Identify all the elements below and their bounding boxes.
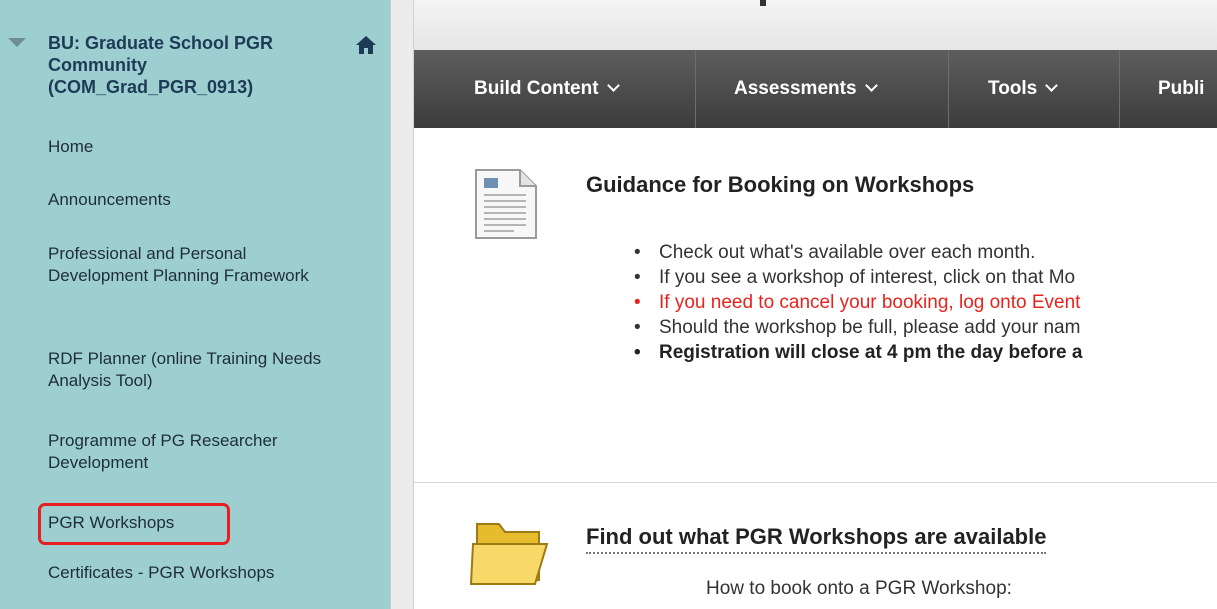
item-description: How to book onto a PGR Workshop: [706, 578, 1012, 599]
list-item: Check out what's available over each mon… [634, 240, 1217, 265]
sidebar-item-certificates[interactable]: Certificates - PGR Workshops [48, 562, 274, 584]
sidebar-item-pg-researcher-programme[interactable]: Programme of PG Researcher Development [48, 430, 328, 474]
list-item: Should the workshop be full, please add … [634, 315, 1217, 340]
list-item: Registration will close at 4 pm the day … [634, 340, 1217, 365]
item-title-guidance[interactable]: Guidance for Booking on Workshops [586, 172, 974, 198]
course-title[interactable]: BU: Graduate School PGR Community (COM_G… [48, 32, 348, 98]
build-content-label: Build Content [474, 78, 599, 99]
item-title-find-workshops[interactable]: Find out what PGR Workshops are availabl… [586, 524, 1047, 554]
assessments-button[interactable]: Assessments [696, 50, 949, 128]
chevron-down-icon [1045, 79, 1059, 92]
publish-button[interactable]: Publi [1120, 50, 1217, 128]
build-content-button[interactable]: Build Content [414, 50, 696, 128]
header-fragment [760, 0, 766, 6]
home-icon[interactable] [355, 35, 377, 55]
course-header: BU: Graduate School PGR Community (COM_G… [0, 0, 390, 120]
content-area: Guidance for Booking on Workshops Check … [414, 128, 1217, 609]
list-item: If you need to cancel your booking, log … [634, 290, 1217, 315]
collapse-triangle-icon[interactable] [8, 38, 26, 47]
chevron-down-icon [606, 79, 620, 92]
tools-button[interactable]: Tools [949, 50, 1120, 128]
sidebar-item-development-framework[interactable]: Professional and Personal Development Pl… [48, 243, 338, 287]
page-header-bar [414, 0, 1217, 51]
action-toolbar: Build Content Assessments Tools Publi [414, 50, 1217, 128]
folder-icon [469, 523, 549, 585]
sidebar-item-home[interactable]: Home [48, 136, 93, 158]
list-item: If you see a workshop of interest, click… [634, 265, 1217, 290]
publish-label: Publi [1158, 78, 1205, 99]
assessments-label: Assessments [734, 78, 857, 99]
sidebar-item-rdf-planner[interactable]: RDF Planner (online Training Needs Analy… [48, 348, 348, 392]
guidance-list: Check out what's available over each mon… [634, 240, 1217, 365]
sidebar-item-announcements[interactable]: Announcements [48, 189, 171, 211]
sidebar-divider[interactable] [391, 0, 414, 609]
course-menu-sidebar: BU: Graduate School PGR Community (COM_G… [0, 0, 391, 609]
highlight-box [38, 503, 230, 545]
item-divider [414, 482, 1217, 483]
document-icon [475, 169, 537, 239]
chevron-down-icon [864, 79, 878, 92]
tools-label: Tools [988, 78, 1038, 99]
